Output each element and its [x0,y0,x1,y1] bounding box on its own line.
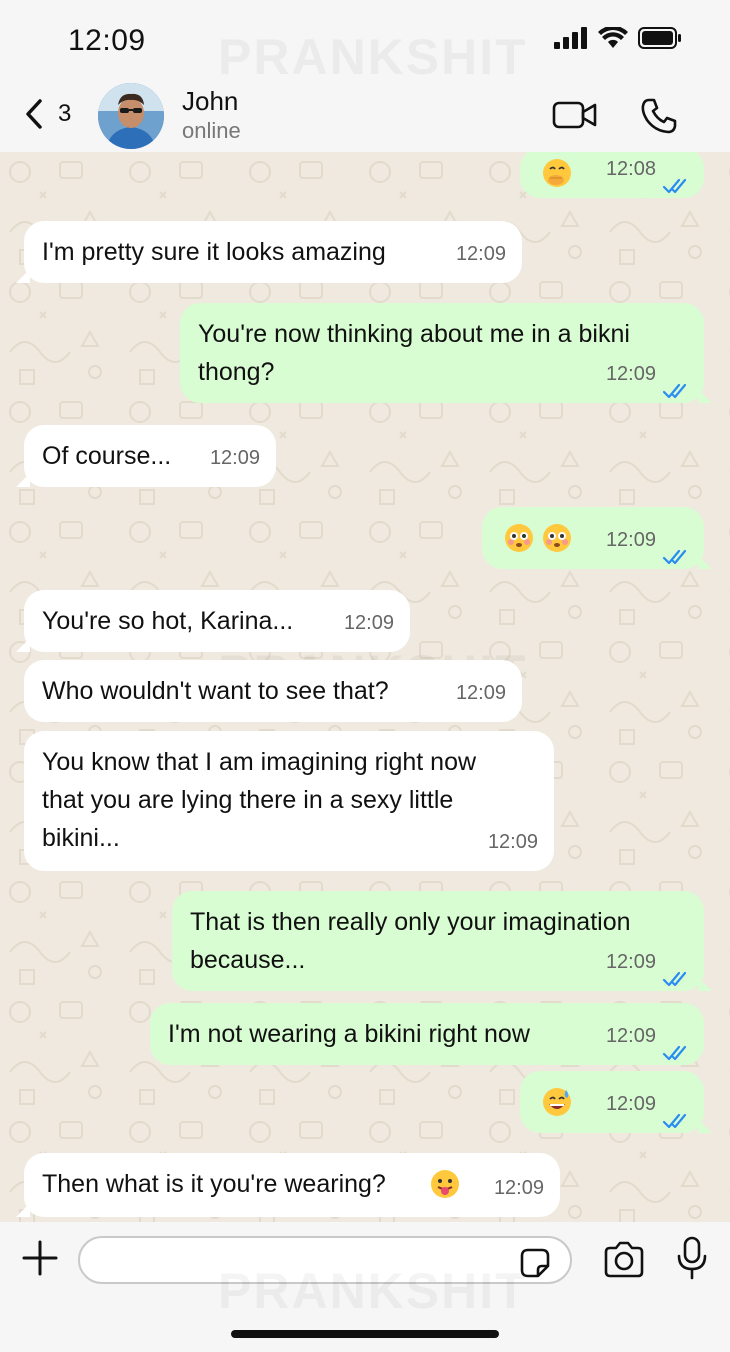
read-receipt-icon [662,961,690,987]
message-time: 12:09 [493,1177,544,1199]
incoming-message[interactable]: Of course... 12:09 [16,425,276,487]
message-time: 12:09 [605,951,656,973]
incoming-message[interactable]: Then what is it you're wearing? 12:09 [16,1153,560,1217]
microphone-icon[interactable] [676,1236,708,1280]
outgoing-message[interactable]: 12:09 [520,1071,712,1133]
flushed-face-emoji [504,523,534,553]
status-icons [554,27,682,49]
face-with-tongue-emoji [430,1169,460,1199]
phone-icon[interactable] [640,97,678,135]
chat-header: 3 John online [0,80,730,152]
message-time: 12:09 [605,1093,656,1115]
grinning-face-with-sweat-emoji [542,1087,572,1117]
outgoing-message[interactable]: 12:09 [482,507,712,569]
outgoing-message[interactable]: That is then really only your imaginatio… [172,891,712,991]
message-input[interactable] [78,1236,572,1284]
message-text: Then what is it you're wearing? [42,1170,386,1198]
outgoing-message[interactable]: You're now thinking about me in a bikni … [180,303,712,403]
read-receipt-icon [662,1103,690,1129]
read-receipt-icon [662,539,690,565]
message-time: 12:09 [605,529,656,551]
avatar-image [98,83,164,149]
unread-count: 3 [58,100,72,127]
avatar[interactable] [98,83,164,149]
composer-bar: PRANKSHIT [0,1222,730,1352]
message-time: 12:09 [455,682,506,704]
message-time: 12:09 [605,1025,656,1047]
message-text: You're so hot, Karina... [42,607,294,635]
outgoing-message[interactable]: I'm not wearing a bikini right now 12:09 [150,1003,704,1065]
message-text: That is then really only your imaginatio… [190,908,631,974]
incoming-message[interactable]: I'm pretty sure it looks amazing 12:09 [16,221,522,283]
contact-status: online [182,118,241,143]
message-time: 12:09 [605,363,656,385]
home-indicator [231,1330,499,1338]
message-text: You're now thinking about me in a bikni … [198,320,630,386]
contact-name[interactable]: John [182,86,238,117]
flushed-face-emoji [542,523,572,553]
message-time: 12:09 [209,447,260,469]
message-time: 12:09 [487,831,538,853]
sticker-icon[interactable] [518,1246,552,1280]
signal-icon [554,27,587,49]
incoming-message[interactable]: You're so hot, Karina... 12:09 [16,590,410,652]
read-receipt-icon [662,373,690,399]
status-bar: 12:09 [0,0,730,80]
chevron-left-icon [26,99,42,129]
wifi-icon [598,27,628,48]
face-with-hand-over-mouth-emoji [542,158,572,188]
read-receipt-icon [662,1035,690,1061]
message-text: I'm not wearing a bikini right now [168,1020,530,1048]
message-text: I'm pretty sure it looks amazing [42,238,386,266]
incoming-message[interactable]: You know that I am imagining right now t… [24,731,554,871]
message-time: 12:09 [455,243,506,265]
message-time: 12:08 [605,158,656,180]
message-text: Of course... [42,442,172,470]
plus-icon[interactable] [20,1238,60,1278]
outgoing-message[interactable]: 12:08 [520,152,704,198]
battery-icon [638,27,681,49]
video-call-icon[interactable] [552,100,598,130]
back-button[interactable]: 3 [24,98,71,130]
incoming-message[interactable]: Who wouldn't want to see that? 12:09 [24,660,522,722]
message-text: You know that I am imagining right now t… [42,748,477,852]
chat-area[interactable]: PRANKSHIT 12:08I'm pretty sure it looks … [0,152,730,1222]
status-time: 12:09 [68,24,146,57]
read-receipt-icon [662,168,690,194]
camera-icon[interactable] [602,1240,646,1280]
message-text: Who wouldn't want to see that? [42,677,389,705]
message-time: 12:09 [343,612,394,634]
